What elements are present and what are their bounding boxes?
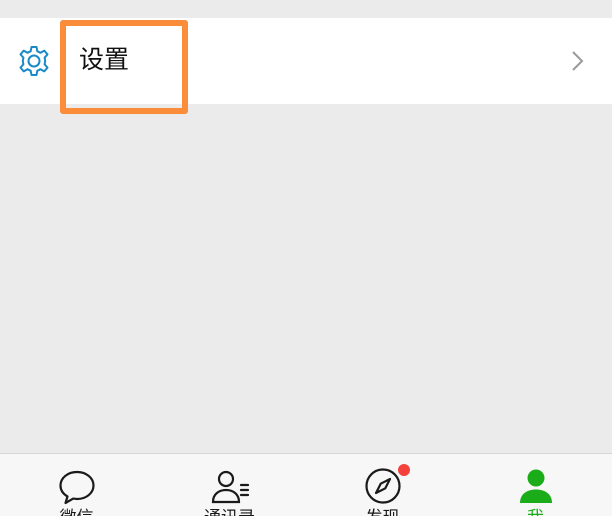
settings-row[interactable]: 设置 [0,18,612,104]
person-icon [519,469,552,503]
chat-bubble-icon [58,470,95,505]
contacts-icon [211,470,249,504]
tab-me[interactable]: 我 [459,454,612,516]
tab-discover[interactable]: 发现 [306,454,459,516]
settings-label: 设置 [79,45,130,74]
gear-icon [19,46,49,76]
tab-contacts[interactable]: 通讯录 [153,454,306,516]
chevron-right-icon [572,51,584,71]
compass-icon [364,468,401,504]
notification-badge-dot [398,464,410,476]
tab-chats[interactable]: 微信 [0,454,153,516]
tab-bar: 微信 通讯录 发现 [0,453,612,516]
